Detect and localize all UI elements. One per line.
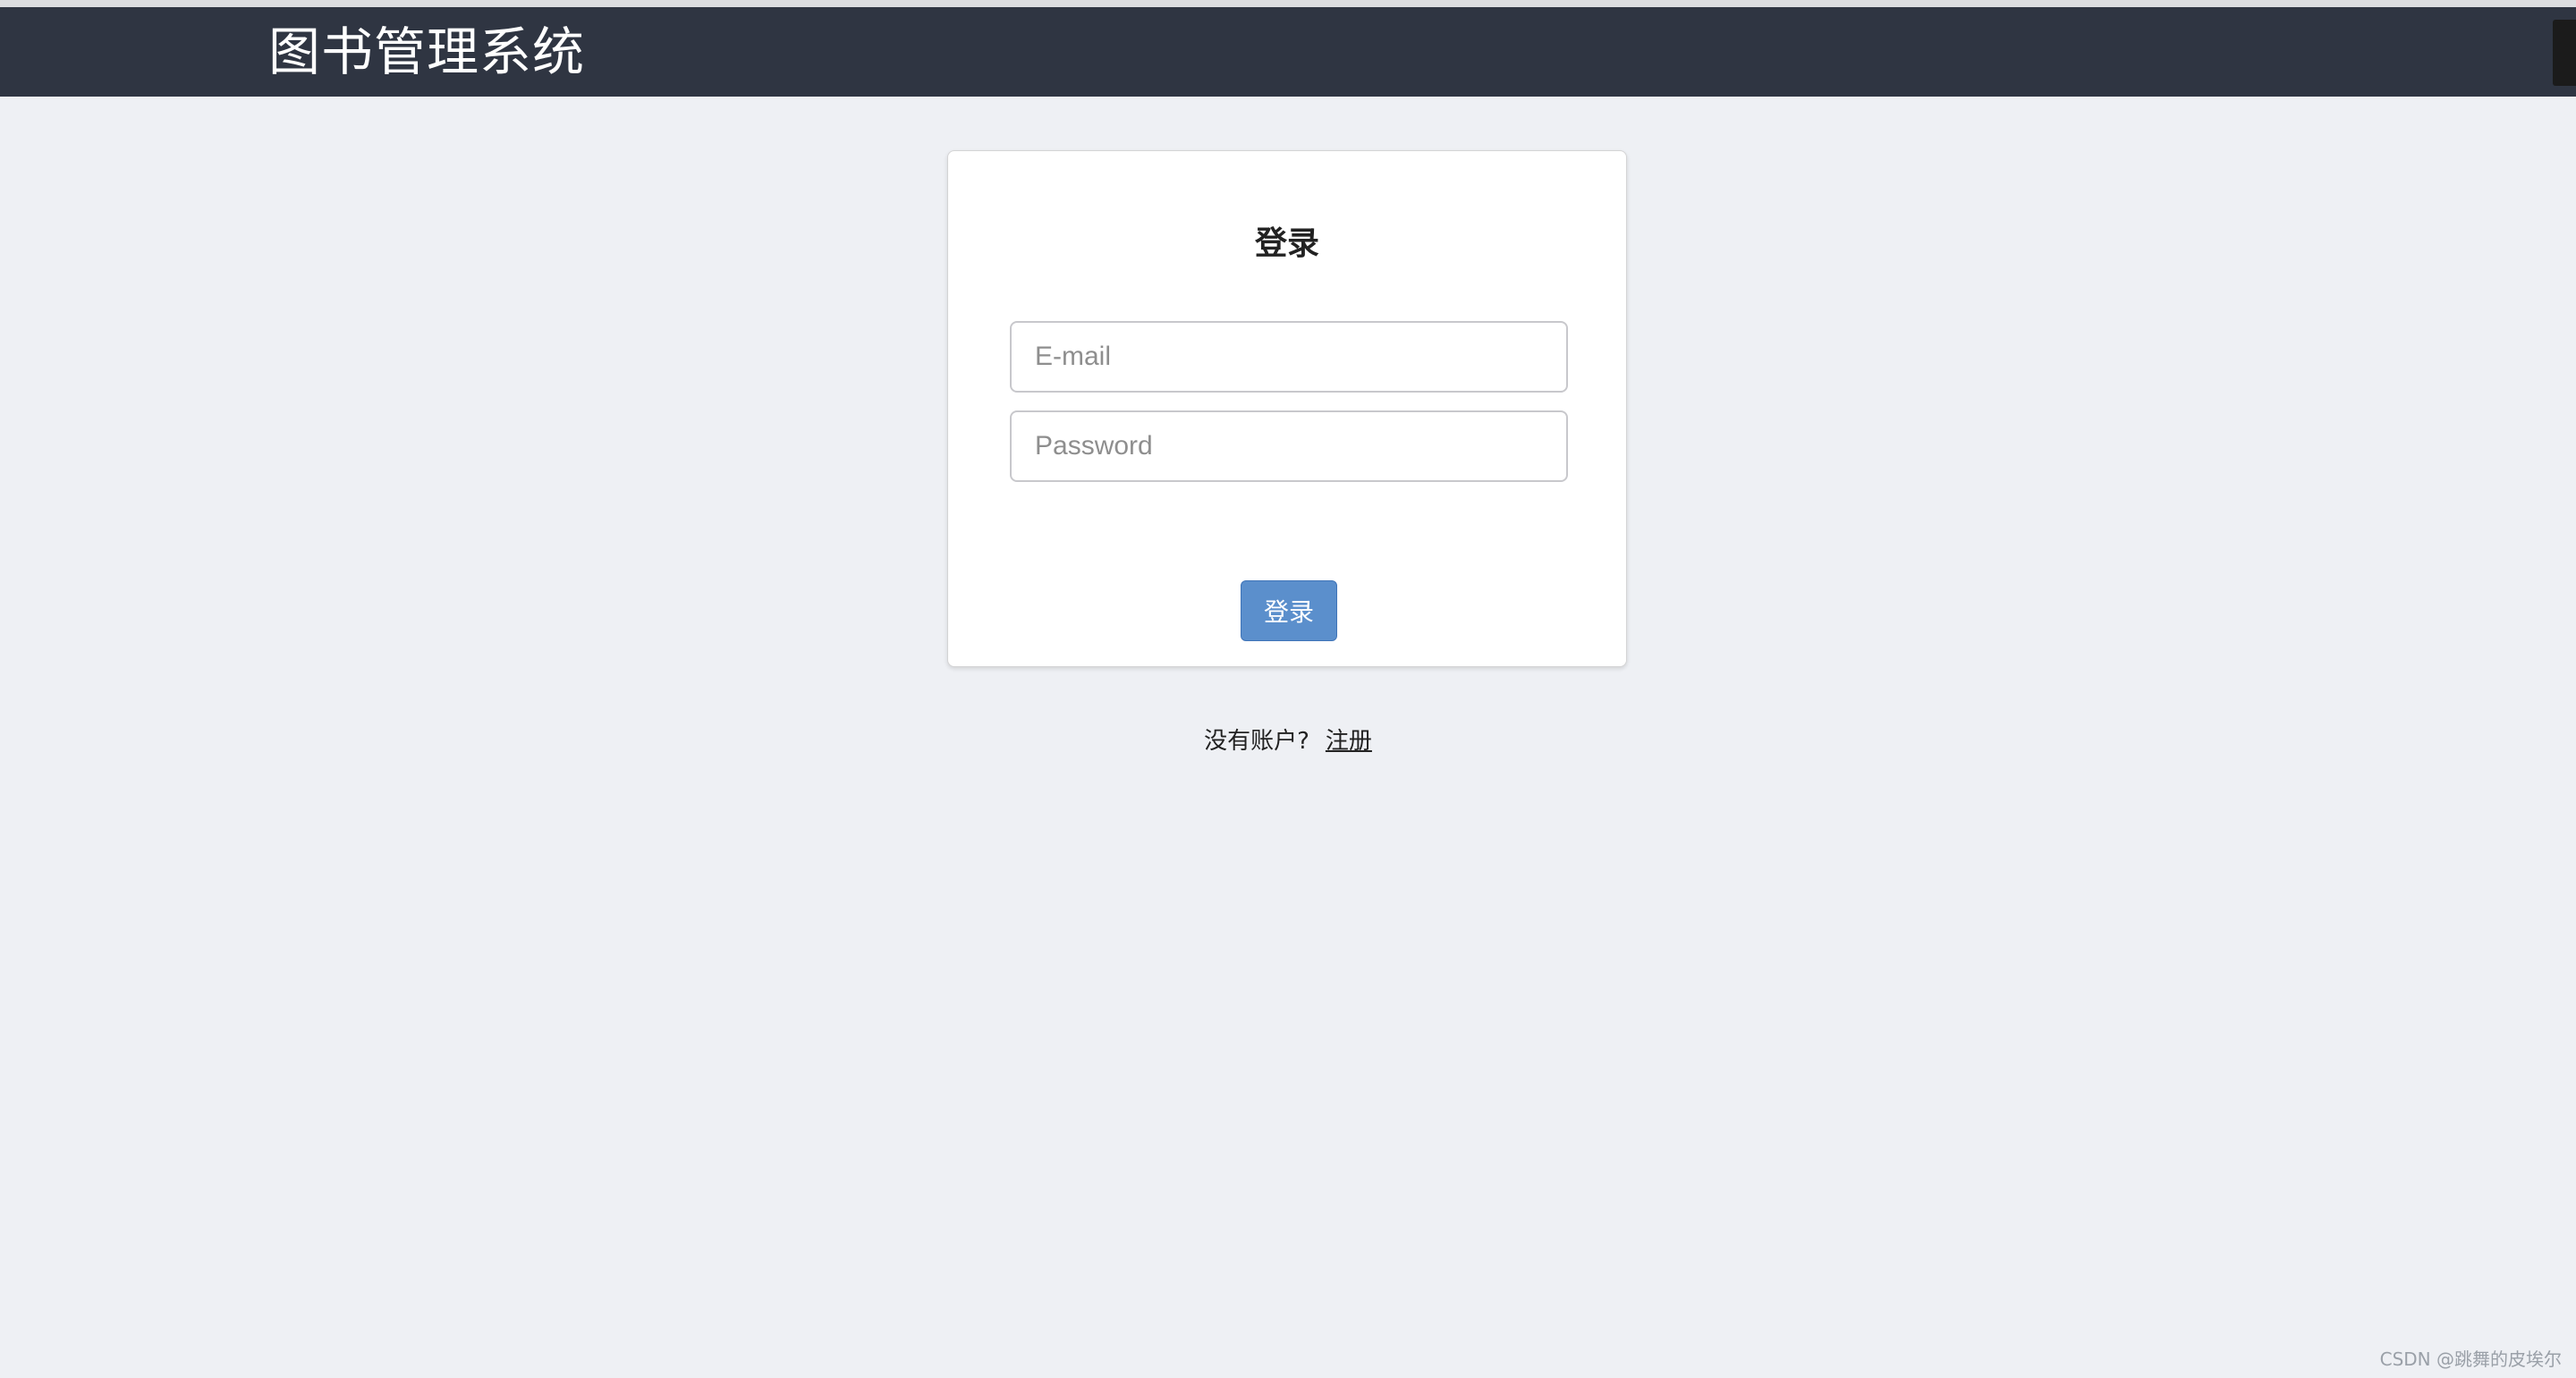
- browser-top-strip: [0, 0, 2576, 7]
- side-panel-handle[interactable]: [2553, 20, 2576, 86]
- email-input[interactable]: [1010, 321, 1568, 393]
- signup-row: 没有账户? 注册: [0, 723, 2576, 756]
- signup-prompt: 没有账户?: [1204, 728, 1309, 755]
- app-title: 图书管理系统: [268, 21, 586, 82]
- login-card: 登录 登录: [947, 150, 1627, 667]
- login-button[interactable]: 登录: [1241, 580, 1337, 641]
- login-title: 登录: [1254, 225, 1319, 262]
- watermark: CSDN @跳舞的皮埃尔: [2379, 1348, 2562, 1370]
- top-header-bar: 图书管理系统: [0, 7, 2576, 97]
- signup-link[interactable]: 注册: [1326, 728, 1372, 755]
- password-input[interactable]: [1010, 410, 1568, 482]
